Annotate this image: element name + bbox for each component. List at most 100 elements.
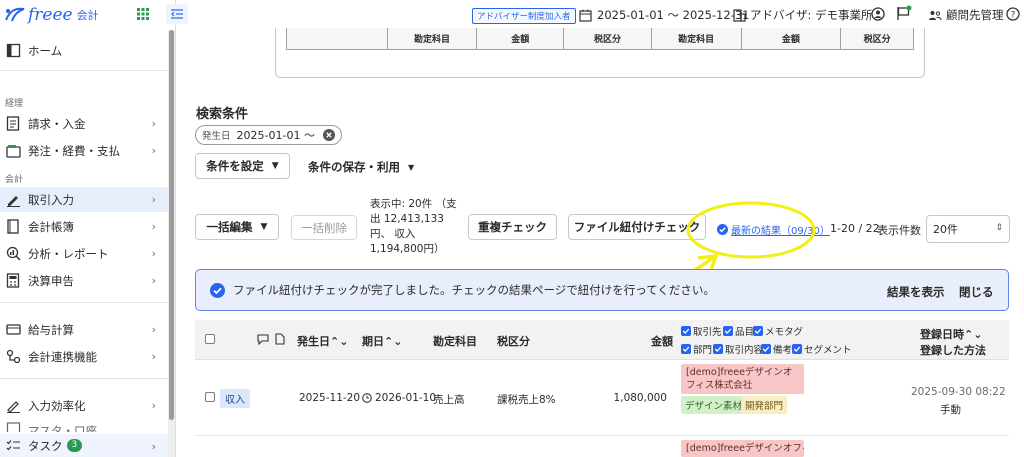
help-button[interactable]: ?	[1006, 7, 1020, 21]
chevron-down-icon: ▼	[271, 161, 279, 171]
checked-icon	[681, 344, 691, 354]
save-conditions-button[interactable]: 条件の保存・利用 ▼	[308, 159, 414, 175]
master-icon	[5, 420, 21, 432]
clear-filter-icon[interactable]	[322, 129, 335, 141]
header-date[interactable]: 発生日⌃⌄	[297, 333, 348, 349]
cell-tax: 課税売上8%	[497, 394, 556, 406]
header-date-label: 発生日	[297, 335, 330, 348]
sidebar-item-home[interactable]: ホーム	[0, 38, 168, 63]
col-option-partner[interactable]: 取引先	[681, 324, 722, 338]
sidebar-item-master[interactable]: マスタ・口座	[0, 420, 168, 432]
per-page-value: 20件	[933, 223, 958, 236]
sidebar-item-closing[interactable]: 決算申告 ›	[0, 268, 168, 293]
task-count-badge: 3	[66, 439, 83, 452]
comment-icon	[257, 334, 269, 345]
sidebar-item-label: 分析・レポート	[28, 246, 109, 261]
sidebar-item-expenses[interactable]: 発注・経費・支払 ›	[0, 138, 168, 163]
chat-flag-icon	[897, 5, 912, 20]
cell-date: 2025-11-20	[299, 392, 361, 404]
sidebar-item-books[interactable]: 会計帳簿 ›	[0, 214, 168, 239]
header-amount: 金額	[651, 335, 673, 348]
user-profile-button[interactable]	[871, 7, 885, 21]
client-management-link[interactable]: 顧問先管理	[928, 7, 1004, 23]
link-icon	[5, 349, 21, 365]
header-tax: 税区分	[497, 335, 530, 348]
magnifier-chart-icon	[5, 246, 21, 262]
bulk-edit-label: 一括編集	[206, 220, 253, 234]
header-registered[interactable]: 登録日時⌃⌄	[920, 326, 982, 342]
table-row[interactable]: [demo]freeeデザインオフィス	[195, 436, 1009, 457]
cell-due: 2026-01-10	[362, 392, 436, 404]
section-label-kaikei: 会計	[5, 175, 24, 185]
feedback-button[interactable]	[896, 5, 912, 21]
sidebar-item-label: 取引入力	[28, 192, 74, 207]
set-conditions-button[interactable]: 条件を設定 ▼	[195, 153, 290, 179]
sidebar-item-payroll[interactable]: 給与計算 ›	[0, 317, 168, 342]
col-option-notes[interactable]: 備考	[761, 342, 792, 356]
select-all-checkbox[interactable]	[205, 334, 215, 344]
collapse-sidebar-icon[interactable]	[166, 4, 188, 24]
col-option-memo[interactable]: メモタグ	[753, 324, 803, 338]
sidebar-item-label: 決算申告	[28, 273, 74, 288]
checked-icon	[723, 326, 733, 336]
show-result-button[interactable]: 結果を表示	[887, 284, 945, 300]
duplicate-check-button[interactable]: 重複チェック	[468, 214, 557, 240]
checked-icon	[713, 344, 723, 354]
reference-table-header: 勘定科目 金額 税区分 勘定科目 金額 税区分	[286, 28, 914, 50]
calculator-icon	[5, 273, 21, 289]
per-page-select[interactable]: 20件 ⇕	[926, 215, 1010, 243]
chevron-right-icon: ›	[151, 144, 156, 157]
help-icon: ?	[1006, 7, 1020, 21]
wallet-icon	[5, 143, 21, 159]
pen-icon	[5, 192, 21, 208]
sidebar-scrollbar-thumb[interactable]	[169, 30, 174, 420]
bulk-edit-button[interactable]: 一括編集 ▼	[195, 214, 279, 240]
col-option-content[interactable]: 取引内容	[713, 342, 763, 356]
header-due[interactable]: 期日⌃⌄	[362, 333, 402, 349]
checked-icon	[681, 326, 691, 336]
banner-message: ファイル紐付けチェックが完了しました。チェックの結果ページで紐付けを行ってくださ…	[233, 283, 715, 297]
sidebar-item-tasks[interactable]: タスク 3 ›	[0, 434, 168, 457]
office-selector[interactable]: アドバイザ: デモ事業所	[733, 7, 873, 23]
header-account: 勘定科目	[433, 335, 477, 348]
duplicate-check-label: 重複チェック	[478, 220, 547, 234]
sidebar-item-transactions[interactable]: 取引入力 ›	[0, 187, 168, 212]
date-filter-chip[interactable]: 発生日 2025-01-01 ～	[195, 125, 342, 145]
sidebar-item-analysis[interactable]: 分析・レポート ›	[0, 241, 168, 266]
col-option-label: 備考	[773, 345, 793, 356]
period-selector[interactable]: 2025-01-01 ～ 2025-12-31	[579, 7, 749, 23]
reference-table-card: 勘定科目 金額 税区分 勘定科目 金額 税区分	[275, 28, 925, 78]
col-option-segment[interactable]: セグメント	[792, 342, 852, 356]
office-text: アドバイザ: デモ事業所	[750, 8, 873, 22]
ref-header-account: 勘定科目	[386, 28, 477, 49]
col-option-label: セグメント	[804, 345, 852, 356]
header-registered-label: 登録日時	[920, 328, 964, 341]
table-row[interactable]: 収入 2025-11-20 2026-01-10 売上高 課税売上8% 1,08…	[195, 361, 1009, 436]
freee-logo[interactable]: freee 会計	[4, 5, 99, 25]
task-list-icon	[5, 438, 21, 454]
col-option-label: 部門	[693, 345, 713, 356]
bulk-delete-button[interactable]: 一括削除	[291, 215, 357, 240]
sidebar-item-integration[interactable]: 会計連携機能 ›	[0, 344, 168, 369]
per-page-label: 表示件数	[877, 224, 921, 237]
sidebar-item-efficiency[interactable]: 入力効率化 ›	[0, 393, 168, 418]
set-conditions-label: 条件を設定	[206, 159, 264, 173]
sidebar-item-label: 給与計算	[28, 322, 74, 337]
chevron-right-icon: ›	[151, 117, 156, 130]
bulk-delete-label: 一括削除	[301, 220, 347, 235]
book-icon	[5, 219, 21, 235]
transactions-table-header: 発生日⌃⌄ 期日⌃⌄ 勘定科目 税区分 金額 取引先 品目 メモタグ 部門 取引…	[195, 320, 1009, 360]
sidebar-item-label: 発注・経費・支払	[28, 143, 120, 158]
user-circle-icon	[871, 7, 885, 21]
row-checkbox[interactable]	[205, 392, 215, 402]
ref-header-blank	[287, 28, 387, 49]
close-banner-button[interactable]: 閉じる	[959, 284, 994, 300]
col-option-label: 取引内容	[725, 345, 764, 356]
sidebar-item-billing[interactable]: 請求・入金 ›	[0, 111, 168, 136]
col-option-item[interactable]: 品目	[723, 324, 754, 338]
ref-header-account: 勘定科目	[650, 28, 741, 49]
chevron-right-icon: ›	[151, 440, 156, 453]
apps-grid-icon[interactable]	[137, 8, 149, 20]
col-option-dept[interactable]: 部門	[681, 342, 712, 356]
select-arrows-icon: ⇕	[995, 223, 1003, 233]
